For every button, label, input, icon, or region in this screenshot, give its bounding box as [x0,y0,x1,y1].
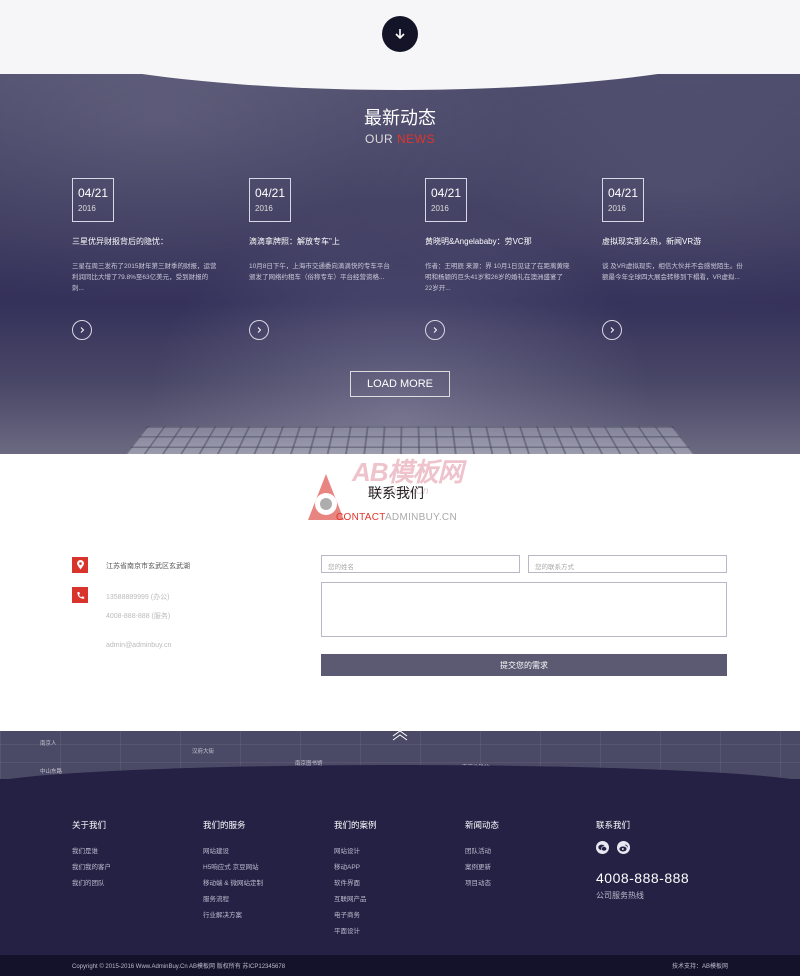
submit-button[interactable]: 提交您的需求 [321,654,727,676]
news-more-button[interactable] [425,320,445,340]
news-title: 最新动态 [364,108,436,128]
footer-link[interactable]: 我们的团队 [72,877,111,887]
footer-phone: 4008-888-888 [596,870,690,886]
social-links [596,841,689,854]
footer-link[interactable]: 服务流程 [203,893,263,903]
date-badge: 04/21 2016 [72,178,114,222]
copyright-bar: Copyright © 2015-2016 Www.AdminBuy.Cn AB… [0,955,800,976]
news-item-summary: 10月8日下午，上海市交通委向滴滴快的专车平台颁发了网络约租车（俗称专车）平台经… [249,263,390,281]
footer-column-title: 关于我们 [72,820,107,830]
footer-column: 关于我们 我们是谁 我们我的客户 我们的团队 [72,819,111,893]
footer-link[interactable]: 移动APP [334,861,377,871]
footer-column-title: 我们的案例 [334,820,377,830]
footer-link[interactable]: 移动端 & 微网站定制 [203,877,263,887]
map-place-label: 南京人 [40,741,57,747]
footer-hotline-label: 公司服务热线 [596,891,644,900]
message-textarea[interactable] [321,582,727,637]
footer-column: 我们的服务 网站建设 H5响应式 京豆网站 移动端 & 微网站定制 服务流程 行… [203,819,263,925]
footer-link[interactable]: 平面设计 [334,925,377,935]
news-subtitle: OUR NEWS [365,132,435,146]
contact-title: 联系我们 [368,485,424,501]
footer-column-title: 我们的服务 [203,820,246,830]
chevron-right-icon [257,327,262,333]
news-section: 最新动态 OUR NEWS 04/21 2016 三星优异财报背后的隐忧： 三星… [0,74,800,454]
phone-input[interactable]: 您的联系方式 [528,555,727,573]
footer-link[interactable]: 我们是谁 [72,845,111,855]
footer-column-title: 新闻动态 [465,820,500,830]
date-badge: 04/21 2016 [602,178,644,222]
footer-link[interactable]: 软件界面 [334,877,377,887]
date-badge: 04/21 2016 [249,178,291,222]
contact-email[interactable]: admin@adminbuy.cn [106,642,171,649]
footer-link[interactable]: 电子商务 [334,909,377,919]
scroll-down-button[interactable] [382,16,418,52]
chevron-right-icon [433,327,438,333]
news-item[interactable]: 04/21 2016 虚拟现实那么热，新闻VR游 谈 及VR虚拟现实，相信大伙并… [602,178,752,283]
date-badge: 04/21 2016 [425,178,467,222]
news-more-button[interactable] [249,320,269,340]
chevron-up-icon[interactable] [390,730,410,742]
news-item-summary: 谈 及VR虚拟现实，相信大伙并不会感觉陌生。份额最今年全球四大展会转移到下榻看，… [602,263,743,281]
chevron-right-icon [80,327,85,333]
contact-subtitle: CONTACTADMINBUY.CN [336,512,457,523]
news-item-title[interactable]: 虚拟现实那么热，新闻VR游 [602,236,752,247]
news-more-button[interactable] [72,320,92,340]
news-item-title[interactable]: 三星优异财报背后的隐忧： [72,236,222,247]
news-more-button[interactable] [602,320,622,340]
footer-link[interactable]: 网站设计 [334,845,377,855]
keyboard-image [110,426,710,454]
news-item[interactable]: 04/21 2016 滴滴拿牌照：解放专车"上 10月8日下午，上海市交通委向滴… [249,178,399,283]
contact-phone-office: 13588889999 (办公) [106,594,170,601]
phone-icon [72,587,88,603]
tech-support-link[interactable]: 技术支持：AB模板网 [672,961,728,970]
arrow-down-icon [395,29,405,40]
contact-phone-service: 4008-888-888 (服务) [106,613,171,620]
news-item-summary: 三星在周三发布了2015财年第三财季的财报，运营利润同比大增了79.8%至63亿… [72,263,217,292]
chevron-right-icon [610,327,615,333]
load-more-button[interactable]: LOAD MORE [350,371,450,397]
footer-link[interactable]: 网站建设 [203,845,263,855]
weibo-icon[interactable] [617,841,630,854]
wechat-icon[interactable] [596,841,609,854]
news-item-title[interactable]: 滴滴拿牌照：解放专车"上 [249,236,399,247]
footer-link[interactable]: 行业解决方案 [203,909,263,919]
location-icon [72,557,88,573]
name-input[interactable]: 您的姓名 [321,555,520,573]
contact-address: 江苏省南京市玄武区玄武湖 [106,563,190,570]
footer-link[interactable]: 互联网产品 [334,893,377,903]
map-place-label: 汉府大街 [192,749,215,755]
footer-link[interactable]: 案例更新 [465,861,499,871]
footer: 关于我们 我们是谁 我们我的客户 我们的团队 我们的服务 网站建设 H5响应式 … [0,765,800,955]
footer-column: 新闻动态 团队活动 案例更新 项目动态 [465,819,499,893]
footer-column: 我们的案例 网站设计 移动APP 软件界面 互联网产品 电子商务 平面设计 [334,819,377,941]
footer-link[interactable]: 我们我的客户 [72,861,111,871]
news-item-title[interactable]: 黄晓明&Angelababy：劳VC那 [425,236,575,247]
news-item[interactable]: 04/21 2016 黄晓明&Angelababy：劳VC那 作者：王明辰 来源… [425,178,575,294]
footer-contact: 联系我们 4008-888-888 公司服务热线 [596,819,689,901]
news-item[interactable]: 04/21 2016 三星优异财报背后的隐忧： 三星在周三发布了2015财年第三… [72,178,222,294]
footer-link[interactable]: 团队活动 [465,845,499,855]
footer-link[interactable]: H5响应式 京豆网站 [203,861,263,871]
copyright-text: Copyright © 2015-2016 Www.AdminBuy.Cn AB… [72,964,286,970]
footer-link[interactable]: 项目动态 [465,877,499,887]
news-item-summary: 作者：王明辰 来源：界 10月1日见证了在距离黄晓明和杨颖的巨头41岁和26岁的… [425,263,570,292]
footer-column-title: 联系我们 [596,820,631,830]
